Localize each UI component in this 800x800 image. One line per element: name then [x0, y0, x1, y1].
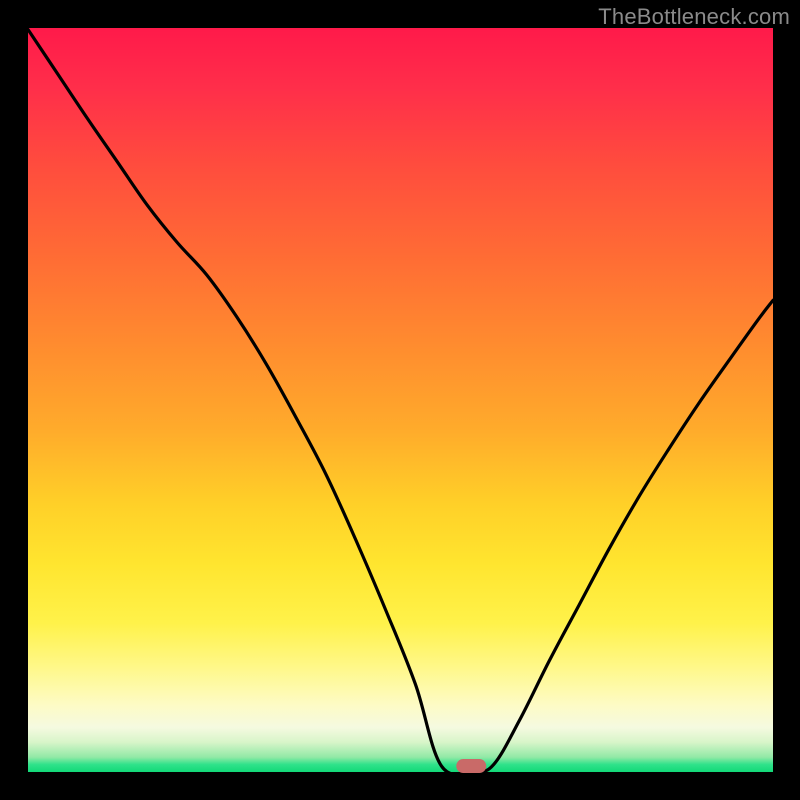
plot-area	[28, 28, 773, 772]
chart-svg	[28, 28, 773, 772]
bottleneck-curve	[28, 29, 773, 774]
optimum-marker	[456, 759, 486, 773]
watermark-label: TheBottleneck.com	[598, 4, 790, 30]
chart-frame: TheBottleneck.com	[0, 0, 800, 800]
